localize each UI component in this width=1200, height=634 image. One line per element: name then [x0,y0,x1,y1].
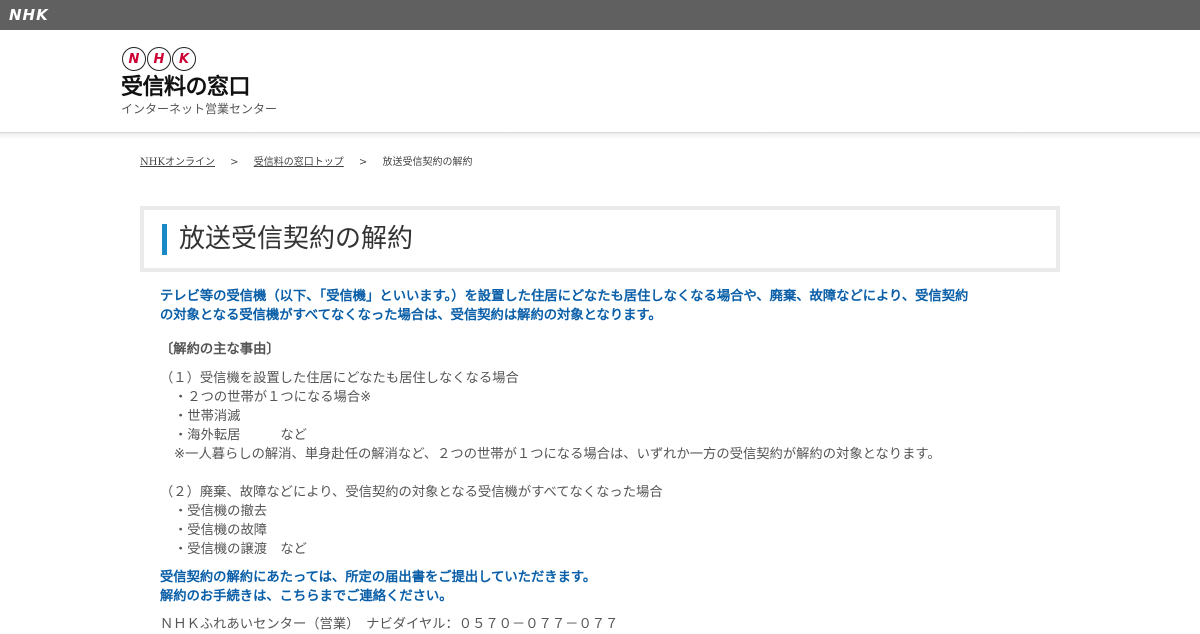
page-title: 放送受信契約の解約 [179,224,414,254]
intro-text-line-1: テレビ等の受信機（以下、「受信機」といいます。）を設置した住居にどなたも居住しな… [160,289,969,304]
intro-text-line-2: の対象となる受信機がすべてなくなった場合は、受信契約は解約の対象となります。 [160,308,662,323]
reason-1-item: ・２つの世帯が１つになる場合※ [174,390,372,405]
reason-1-heading: （１）受信機を設置した住居にどなたも居住しなくなる場合 [160,371,519,386]
reason-1-item: ・世帯消滅 [174,409,241,424]
header-divider [0,133,1200,139]
breadcrumb-separator: > [230,157,239,168]
reason-2-heading: （２）廃棄、故障などにより、受信契約の対象となる受信機がすべてなくなった場合 [160,485,663,500]
reason-2-item: ・受信機の故障 [174,523,268,538]
reason-2-item: ・受信機の撤去 [174,504,268,519]
reason-1-note: ※一人暮らしの解消、単身赴任の解消など、２つの世帯が１つになる場合は、いずれか一… [174,447,941,462]
logo-letter-n: N [122,47,146,71]
breadcrumb-separator: > [358,157,368,168]
main-content: テレビ等の受信機（以下、「受信機」といいます。）を設置した住居にどなたも居住しな… [160,287,1040,634]
logo-title[interactable]: 受信料の窓口 [121,74,251,102]
top-bar: NHK [0,0,1200,30]
logo-subtitle: インターネット営業センター [121,102,278,116]
breadcrumb-link-top[interactable]: 受信料の窓口トップ [254,157,344,168]
breadcrumb-link-nhk-online[interactable]: NHKオンライン [140,157,215,168]
page-title-box: 放送受信契約の解約 [140,206,1060,272]
reasons-heading: 〔解約の主な事由〕 [160,342,280,357]
reason-2-item: ・受信機の譲渡 など [174,542,307,557]
logo-letter-k: K [172,47,196,71]
nhk-brand-link[interactable]: NHK [9,6,49,24]
nhk-logo[interactable]: N H K [122,47,197,71]
notice-line-1: 受信契約の解約にあたっては、所定の届出書をご提出していただきます。 [160,570,597,585]
contact-line: ＮＨＫふれあいセンター（営業） ナビダイヤル：０５７０－０７７－０７７ [160,617,619,632]
breadcrumb: NHKオンライン > 受信料の窓口トップ > 放送受信契約の解約 [140,156,472,170]
breadcrumb-current: 放送受信契約の解約 [382,157,473,168]
notice-line-2: 解約のお手続きは、こちらまでご連絡ください。 [160,589,453,604]
logo-letter-h: H [147,47,171,71]
title-accent-bar [162,224,167,255]
reason-1-item: ・海外転居 など [174,428,307,443]
